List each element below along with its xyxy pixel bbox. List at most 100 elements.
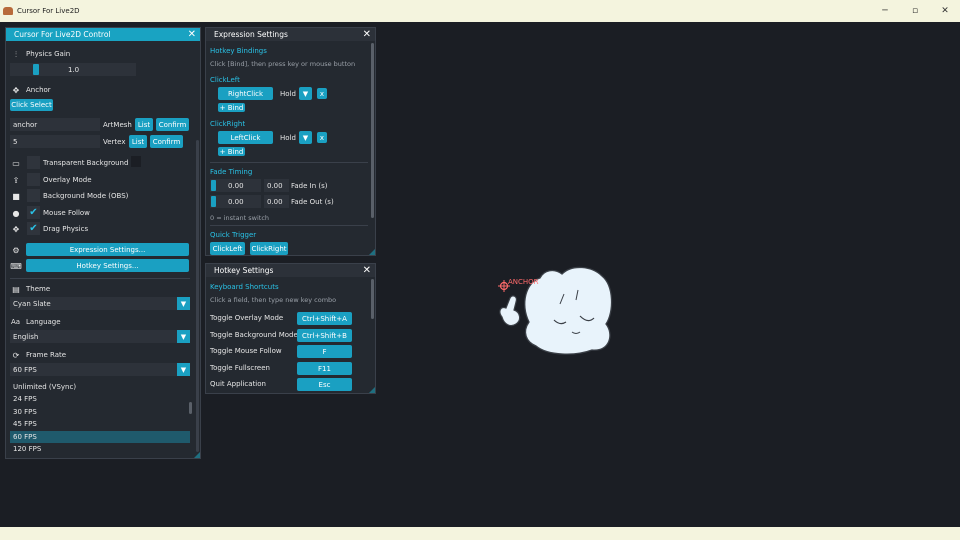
- live2d-character[interactable]: [492, 262, 622, 362]
- language-dropdown[interactable]: English ▼: [10, 330, 190, 343]
- fps-option[interactable]: 30 FPS: [10, 406, 190, 418]
- click-select-button[interactable]: Click Select: [10, 99, 53, 111]
- hotkey-field[interactable]: Ctrl+Shift+B: [297, 329, 352, 342]
- control-panel-scrollbar[interactable]: [196, 140, 199, 452]
- hotkey-field[interactable]: F11: [297, 362, 352, 375]
- artmesh-confirm-button[interactable]: Confirm: [156, 118, 189, 131]
- fps-option-selected[interactable]: 60 FPS: [10, 431, 190, 443]
- hotkey-row-label: Toggle Background Mode: [210, 331, 298, 339]
- fps-option[interactable]: 45 FPS: [10, 418, 190, 430]
- vertex-input[interactable]: 5: [10, 135, 100, 148]
- maximize-icon[interactable]: ▫: [900, 0, 930, 22]
- mouse-follow-checkbox[interactable]: ✔: [27, 206, 40, 219]
- color-swatch[interactable]: [131, 156, 141, 167]
- frame-rate-label: Frame Rate: [26, 351, 67, 359]
- close-icon[interactable]: ✕: [363, 264, 371, 277]
- chevron-down-icon[interactable]: ▼: [177, 363, 190, 376]
- expression-panel-header[interactable]: Expression Settings ✕: [206, 28, 375, 41]
- transparent-background-checkbox[interactable]: [27, 156, 40, 169]
- camera-icon: ■: [12, 191, 20, 201]
- hotkey-row-label: Toggle Mouse Follow: [210, 347, 282, 355]
- click-right-binding[interactable]: LeftClick: [218, 131, 273, 144]
- drag-icon: ✥: [12, 224, 20, 234]
- keyboard-shortcuts-heading: Keyboard Shortcuts: [210, 283, 279, 291]
- click-left-mode[interactable]: Hold: [280, 90, 296, 98]
- close-icon[interactable]: ✕: [188, 28, 196, 41]
- hotkey-panel-header[interactable]: Hotkey Settings ✕: [206, 264, 375, 277]
- click-right-remove-button[interactable]: x: [317, 132, 327, 143]
- hotkey-panel-scrollbar[interactable]: [371, 279, 374, 319]
- language-value: English: [13, 332, 39, 341]
- divider: [10, 278, 190, 279]
- drag-physics-checkbox[interactable]: ✔: [27, 222, 40, 235]
- minimize-icon[interactable]: ─: [870, 0, 900, 22]
- overlay-mode-label: Overlay Mode: [43, 176, 92, 184]
- overlay-mode-checkbox[interactable]: [27, 173, 40, 186]
- fade-out-knob[interactable]: [211, 196, 216, 207]
- control-panel-header[interactable]: Cursor For Live2D Control ✕: [6, 28, 200, 41]
- chevron-down-icon[interactable]: ▼: [177, 297, 190, 310]
- close-icon[interactable]: ✕: [363, 28, 371, 41]
- vertex-label: Vertex: [103, 138, 126, 146]
- quick-trigger-clickleft-button[interactable]: ClickLeft: [210, 242, 245, 255]
- sliders-icon: ⫶: [15, 50, 17, 59]
- mouse-icon: ●: [12, 208, 20, 218]
- vertex-list-button[interactable]: List: [129, 135, 147, 148]
- close-icon[interactable]: ✕: [930, 0, 960, 22]
- shortcuts-hint: Click a field, then type new key combo: [210, 296, 337, 304]
- fps-option[interactable]: 24 FPS: [10, 393, 190, 405]
- theme-icon: ▤: [12, 284, 20, 294]
- fade-in-label: Fade In (s): [291, 182, 328, 190]
- control-panel: Cursor For Live2D Control ✕ ⫶ Physics Ga…: [5, 27, 201, 459]
- physics-gain-knob[interactable]: [33, 64, 39, 75]
- chevron-down-icon[interactable]: ▼: [177, 330, 190, 343]
- expression-settings-button[interactable]: Expression Settings...: [26, 243, 189, 256]
- artmesh-label: ArtMesh: [103, 121, 132, 129]
- fps-list-scrollbar[interactable]: [189, 402, 192, 414]
- hotkey-settings-panel: Hotkey Settings ✕ Keyboard Shortcuts Cli…: [205, 263, 376, 394]
- hotkey-panel-title: Hotkey Settings: [214, 266, 274, 275]
- artmesh-list-button[interactable]: List: [135, 118, 153, 131]
- instant-switch-hint: 0 = instant switch: [210, 214, 270, 222]
- anchor-marker-label: ANCHOR: [508, 278, 539, 286]
- click-right-mode[interactable]: Hold: [280, 134, 296, 142]
- background-mode-label: Background Mode (OBS): [43, 192, 129, 200]
- fade-in-knob[interactable]: [211, 180, 216, 191]
- resize-handle[interactable]: [369, 249, 375, 255]
- fps-option[interactable]: 120 FPS: [10, 443, 190, 455]
- hotkey-field[interactable]: F: [297, 345, 352, 358]
- vertex-confirm-button[interactable]: Confirm: [150, 135, 183, 148]
- frame-rate-dropdown[interactable]: 60 FPS ▼: [10, 363, 190, 376]
- quick-trigger-clickright-button[interactable]: ClickRight: [250, 242, 288, 255]
- physics-gain-value: 1.0: [68, 66, 80, 74]
- hotkey-row-label: Toggle Overlay Mode: [210, 314, 284, 322]
- click-left-heading: ClickLeft: [210, 76, 240, 84]
- click-left-add-bind-button[interactable]: + Bind: [218, 103, 245, 112]
- click-right-add-bind-button[interactable]: + Bind: [218, 147, 245, 156]
- hotkey-field[interactable]: Ctrl+Shift+A: [297, 312, 352, 325]
- click-left-remove-button[interactable]: x: [317, 88, 327, 99]
- fade-in-input[interactable]: 0.00: [264, 179, 289, 192]
- artmesh-input[interactable]: anchor: [10, 118, 100, 131]
- window-title: Cursor For Live2D: [17, 7, 80, 15]
- window-icon: ▭: [12, 158, 20, 168]
- background-mode-checkbox[interactable]: [27, 189, 40, 202]
- quick-trigger-heading: Quick Trigger: [210, 231, 257, 239]
- hotkey-row-label: Toggle Fullscreen: [210, 364, 270, 372]
- fps-option[interactable]: Unlimited (VSync): [10, 381, 190, 393]
- app-icon: [3, 7, 13, 15]
- click-left-binding[interactable]: RightClick: [218, 87, 273, 100]
- chevron-down-icon[interactable]: ▼: [299, 87, 312, 100]
- hotkey-bindings-heading: Hotkey Bindings: [210, 47, 267, 55]
- resize-handle[interactable]: [369, 387, 375, 393]
- bindings-hint: Click [Bind], then press key or mouse bu…: [210, 60, 356, 68]
- hotkey-settings-button[interactable]: Hotkey Settings...: [26, 259, 189, 272]
- hotkey-field[interactable]: Esc: [297, 378, 352, 391]
- expression-panel-scrollbar[interactable]: [371, 43, 374, 218]
- theme-dropdown[interactable]: Cyan Slate ▼: [10, 297, 190, 310]
- resize-handle[interactable]: [194, 452, 200, 458]
- fade-in-slider-value: 0.00: [228, 182, 244, 190]
- expression-icon: ⚙: [12, 245, 20, 255]
- chevron-down-icon[interactable]: ▼: [299, 131, 312, 144]
- fade-out-input[interactable]: 0.00: [264, 195, 289, 208]
